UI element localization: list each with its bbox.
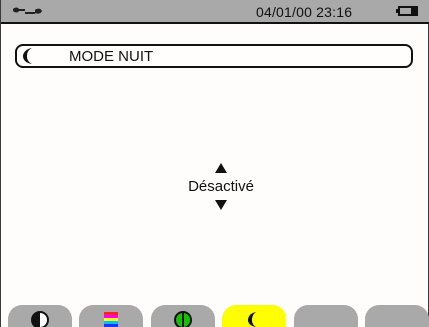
status-bar: 04/01/00 23:16 bbox=[1, 0, 429, 24]
tab-contrast[interactable] bbox=[8, 305, 72, 327]
contrast-icon bbox=[31, 311, 49, 327]
night-mode-selector[interactable]: Désactivé bbox=[161, 163, 281, 213]
power-green-icon bbox=[174, 311, 192, 327]
datetime-label: 04/01/00 23:16 bbox=[256, 4, 353, 20]
bottom-tab-bar bbox=[1, 305, 429, 327]
tab-empty-5[interactable] bbox=[294, 305, 358, 327]
battery-icon bbox=[396, 6, 418, 16]
tab-empty-6[interactable] bbox=[365, 305, 429, 327]
wrench-key-icon bbox=[13, 7, 42, 14]
triangle-up-icon[interactable] bbox=[215, 163, 227, 173]
tab-power[interactable] bbox=[151, 305, 215, 327]
tab-night-mode[interactable] bbox=[222, 305, 286, 327]
night-mode-value[interactable]: Désactivé bbox=[161, 178, 281, 195]
screen: 04/01/00 23:16 MODE NUIT Désactivé bbox=[0, 0, 429, 327]
triangle-down-icon[interactable] bbox=[215, 200, 227, 210]
tab-color-bars[interactable] bbox=[79, 305, 143, 327]
color-bars-icon bbox=[104, 312, 118, 327]
moon-icon bbox=[23, 48, 32, 64]
moon-icon bbox=[248, 312, 256, 327]
page-title: MODE NUIT bbox=[69, 48, 154, 65]
page-title-bar: MODE NUIT bbox=[15, 44, 413, 68]
